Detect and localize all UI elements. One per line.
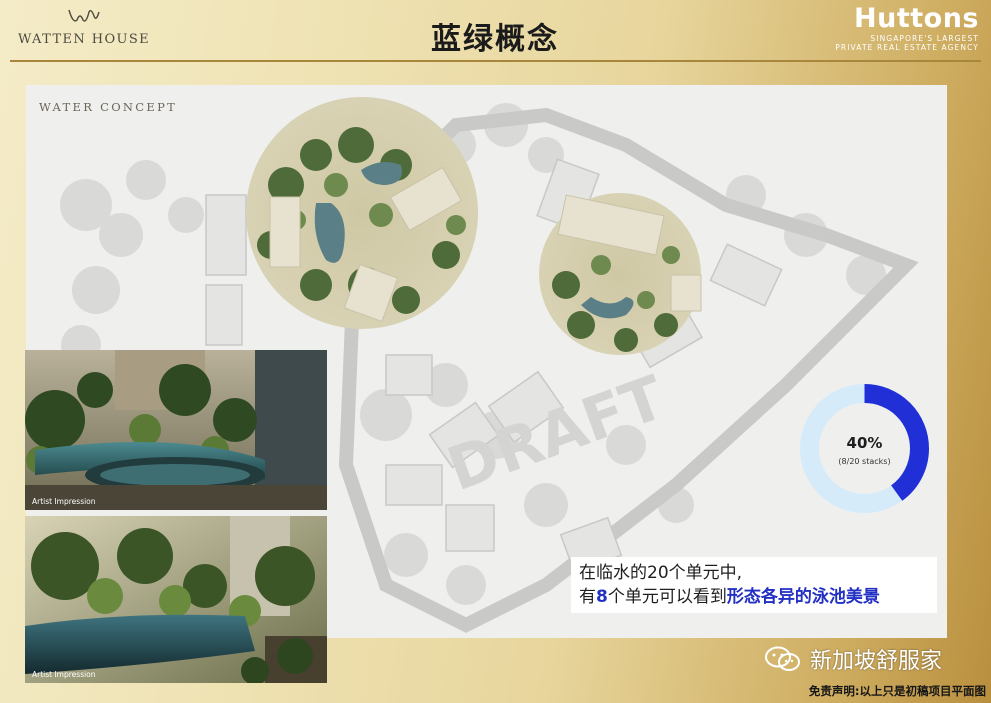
pool-view-callout: 在临水的20个单元中, 有8个单元可以看到形态各异的泳池美景 <box>571 557 937 613</box>
wechat-icon <box>765 646 800 671</box>
draft-watermark: DRAFT <box>439 363 674 506</box>
brand-name: WATTEN HOUSE <box>17 32 151 47</box>
callout-highlight: 形态各异的泳池美景 <box>726 587 880 607</box>
water-concept-label: WATER CONCEPT <box>39 100 178 114</box>
callout-count: 8 <box>596 587 608 607</box>
agency-tagline-1: SINGAPORE'S LARGEST <box>870 34 979 43</box>
header: WATTEN HOUSE 蓝绿概念 Huttons SINGAPORE'S LA… <box>0 0 991 62</box>
disclaimer: 免责声明:以上只是初稿项目平面图 <box>808 684 986 698</box>
callout-middle: 个单元可以看到 <box>607 587 727 607</box>
donut-percent-label: 40% <box>846 434 883 452</box>
header-divider <box>10 60 981 62</box>
watten-house-logo: WATTEN HOUSE <box>14 6 154 47</box>
huttons-logo: Huttons SINGAPORE'S LARGEST PRIVATE REAL… <box>819 3 979 53</box>
wechat-account: 新加坡舒服家 <box>764 644 942 674</box>
callout-prefix: 有 <box>579 587 596 607</box>
page-title: 蓝绿概念 <box>431 22 559 57</box>
agency-tagline-2: PRIVATE REAL ESTATE AGENCY <box>835 43 979 52</box>
callout-line-1: 在临水的20个单元中, <box>579 563 743 583</box>
photo-caption-2: Artist Impression <box>32 670 96 679</box>
callout-line-2: 有8个单元可以看到形态各异的泳池美景 <box>579 585 929 609</box>
donut-sub-label: (8/20 stacks) <box>838 457 891 466</box>
detail-circle-right <box>539 193 702 355</box>
pool-photo-1 <box>25 350 327 510</box>
stacks-donut-chart: 40% (8/20 stacks) <box>798 382 931 515</box>
wechat-account-name: 新加坡舒服家 <box>810 649 943 674</box>
pool-artist-impression-2: Artist Impression <box>25 516 327 683</box>
pool-photo-2 <box>25 516 327 683</box>
detail-circle-left <box>246 97 478 329</box>
pool-artist-impression-1: Artist Impression <box>25 350 327 510</box>
watten-house-mark-icon <box>68 9 100 22</box>
photo-caption-1: Artist Impression <box>32 497 96 506</box>
agency-name: Huttons <box>854 3 979 34</box>
